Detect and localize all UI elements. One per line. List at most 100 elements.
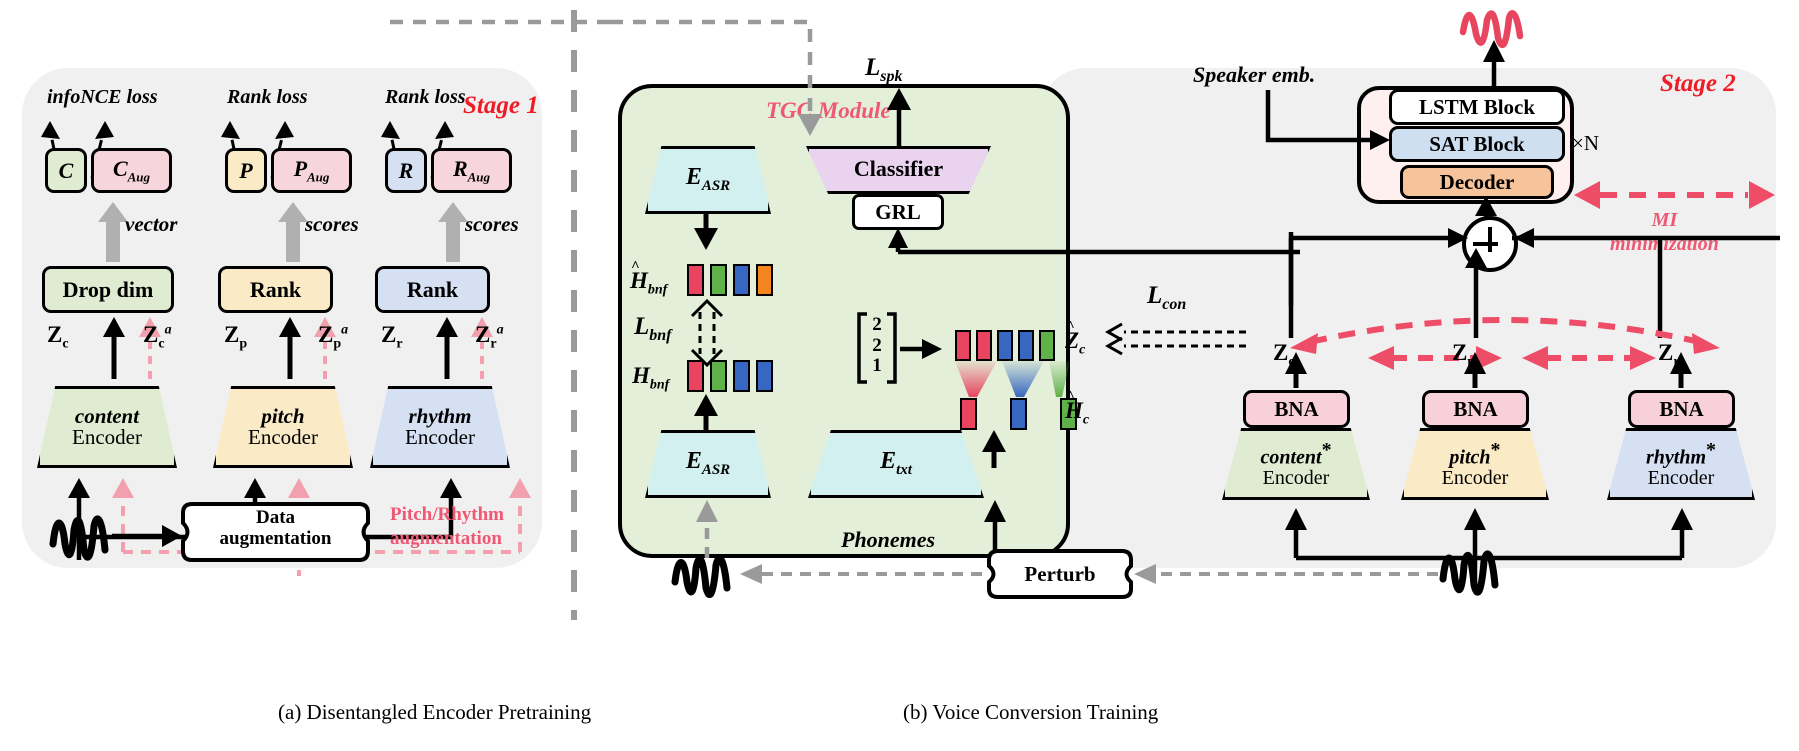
perturb-box: Perturb <box>986 548 1134 600</box>
duration-vector-item: 2 <box>872 334 882 356</box>
aug-note: Pitch/Rhythm augmentation <box>390 503 504 551</box>
aug-note-line1: Pitch/Rhythm <box>390 504 504 525</box>
stage1-rhythm-encoder-plain: Encoder <box>405 425 475 449</box>
e-asr-top-sub: ASR <box>701 178 731 195</box>
e-asr-bottom: EASR <box>645 430 771 498</box>
stage1-box-C-aug: CAug <box>91 148 172 193</box>
e-txt-label: E <box>880 448 897 475</box>
stage1-rhythm-encoder-em: rhythm <box>408 403 472 428</box>
duration-vector-arrow <box>900 339 942 359</box>
duration-vector-item: 1 <box>872 355 882 377</box>
stage1-box-P-aug: PAug <box>271 148 352 193</box>
h-bnf-cell <box>756 360 773 392</box>
e-asr-bottom-label: E <box>685 448 702 475</box>
e-txt-out-arrow <box>982 430 1006 468</box>
latent-zr: Zr <box>381 322 403 352</box>
e-asr-bottom-out-arrow <box>694 394 718 432</box>
duration-vector: 2 2 1 <box>855 312 899 384</box>
data-aug-line1: Data <box>255 507 296 528</box>
stage1-pitch-encoder-plain: Encoder <box>248 425 318 449</box>
e-asr-top: EASR <box>645 146 771 214</box>
phonemes-label: Phonemes <box>841 527 936 552</box>
rank-label-rhythm: Rank <box>406 276 459 302</box>
z-c-hat-cell <box>955 330 971 361</box>
stage1-box-C-aug-label: C <box>112 155 128 181</box>
upsample-funnels <box>955 361 1070 397</box>
stage1-content-encoder: content Encoder <box>37 386 177 468</box>
decoder-block: Decoder <box>1400 165 1554 199</box>
waveform-input-b <box>1439 550 1499 596</box>
stage1-box-R-aug-sub: Aug <box>467 169 491 185</box>
decoder-block-label: Decoder <box>1439 169 1515 194</box>
data-augmentation-box: Data augmentation <box>180 501 371 563</box>
stage1-box-P: P <box>225 148 267 193</box>
classifier-block: Classifier <box>806 146 991 194</box>
latent-zp-aug: Zpa <box>318 322 349 352</box>
stage2-pitch-encoder: pitch* Encoder <box>1401 428 1549 500</box>
perturb-label: Perturb <box>1024 562 1096 586</box>
stage2-rhythm-encoder: rhythm* Encoder <box>1607 428 1755 500</box>
stage2-pitch-encoder-star: * <box>1490 438 1501 461</box>
drop-dim-box: Drop dim <box>42 266 174 313</box>
stage1-box-R-aug-label: R <box>452 155 468 181</box>
h-bnf-hat-cell <box>756 264 773 296</box>
rank-label-pitch: Rank <box>249 276 302 302</box>
panel-divider <box>571 10 577 620</box>
stage1-box-C-aug-sub: Aug <box>127 169 151 185</box>
stage1-box-P-aug-sub: Aug <box>307 169 330 185</box>
l-bnf-label: Lbnf <box>634 313 672 344</box>
h-bnf-label: Hbnf <box>632 363 670 393</box>
flow-label-scores-rhythm: scores <box>465 212 519 236</box>
z-c-hat-label: ^ Zc <box>1065 319 1086 358</box>
stage2-content-encoder: content* Encoder <box>1222 428 1370 500</box>
drop-dim-label: Drop dim <box>62 276 154 302</box>
l-spk-label: Lspk <box>865 54 903 85</box>
stage2-content-encoder-em: content <box>1260 446 1322 469</box>
z-c-hat-cells <box>955 330 1055 361</box>
h-bnf-cell <box>710 360 727 392</box>
tgc-top-feed <box>610 19 822 136</box>
latent-zr-aug: Zra <box>475 322 504 352</box>
z-c-hat-cell <box>976 330 992 361</box>
latent-zp: Zp <box>224 322 248 352</box>
h-bnf-hat-cell <box>710 264 727 296</box>
sat-block-label: SAT Block <box>1429 131 1525 156</box>
e-asr-top-label: E <box>685 164 702 191</box>
rank-box-rhythm: Rank <box>375 266 490 313</box>
stage1-box-R-label: R <box>398 157 414 183</box>
h-bnf-hat-cell <box>687 264 704 296</box>
h-c-hat-label: ^ Hc <box>1065 389 1090 428</box>
l-con-label: Lcon <box>1147 282 1187 313</box>
latent-zc: Zc <box>47 322 69 352</box>
h-c-hat-cell <box>1010 398 1027 430</box>
h-bnf-cell <box>687 360 704 392</box>
z-c-hat-cell <box>1018 330 1034 361</box>
grl-label: GRL <box>875 199 921 224</box>
stage2-pitch-encoder-em: pitch <box>1449 446 1491 469</box>
bna-box-pitch: BNA <box>1422 390 1529 428</box>
h-c-hat-cells <box>960 398 1077 430</box>
speaker-emb-line <box>1265 90 1390 150</box>
e-asr-bottom-sub: ASR <box>701 462 731 479</box>
waveform-to-perturb-arrow <box>1134 564 1438 584</box>
classifier-label: Classifier <box>853 156 944 181</box>
stage1-content-encoder-plain: Encoder <box>72 425 142 449</box>
e-asr-top-out-arrow <box>694 212 718 250</box>
repeat-n-label: ×N <box>1572 131 1600 155</box>
stage1-content-encoder-em: content <box>74 403 140 428</box>
stage2-content-encoder-plain: Encoder <box>1262 466 1330 489</box>
stage1-box-R-aug: RAug <box>431 148 512 193</box>
perturb-to-waveform-arrow <box>740 564 982 584</box>
stage1-pitch-encoder-em: pitch <box>261 403 305 428</box>
rank-box-pitch: Rank <box>218 266 333 313</box>
flow-label-scores-pitch: scores <box>305 212 359 236</box>
bna-label-pitch: BNA <box>1453 396 1498 421</box>
sum-to-decoder-arrow <box>1475 196 1497 220</box>
grl-box: GRL <box>852 194 944 230</box>
stage1-latent-arrows <box>103 317 493 379</box>
stage2-rhythm-encoder-plain: Encoder <box>1647 466 1715 489</box>
caption-a: (a) Disentangled Encoder Pretraining <box>278 700 592 724</box>
grl-feed-line <box>888 228 1300 255</box>
stage1-box-P-aug-label: P <box>293 155 308 181</box>
h-bnf-hat-cells <box>687 264 773 296</box>
